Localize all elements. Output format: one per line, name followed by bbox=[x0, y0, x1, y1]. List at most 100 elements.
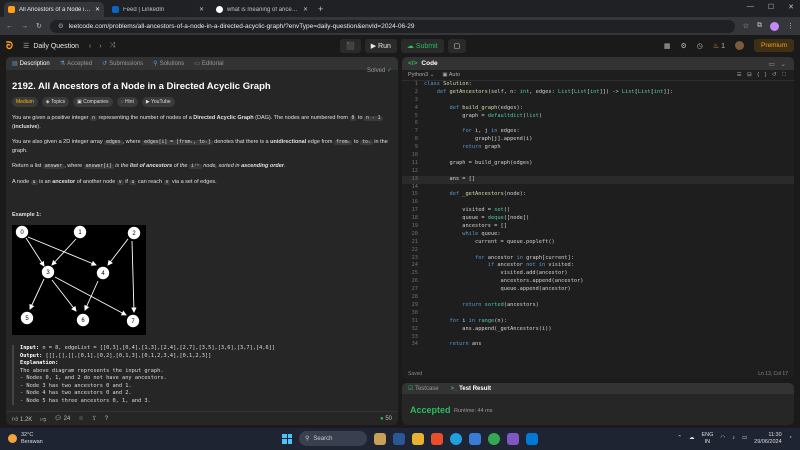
code-line[interactable]: 5 graph = defaultdict(list) bbox=[402, 113, 794, 121]
chrome-browser-icon[interactable] bbox=[488, 432, 500, 445]
tab-editorial[interactable]: ▭ Editorial bbox=[194, 60, 223, 67]
code-line[interactable]: 14 bbox=[402, 184, 794, 192]
close-icon[interactable]: ✕ bbox=[303, 6, 308, 13]
battery-icon[interactable]: ▭ bbox=[742, 435, 747, 442]
share-icon[interactable]: ⇪ bbox=[92, 415, 97, 422]
code-line[interactable]: 10 bbox=[402, 152, 794, 160]
code-line[interactable]: 12 bbox=[402, 168, 794, 176]
comments-button[interactable]: 💬︎ 24 bbox=[54, 415, 70, 422]
submit-button[interactable]: ☁ Submit bbox=[400, 39, 444, 53]
code-line[interactable]: 7 for i, j in edges: bbox=[402, 128, 794, 136]
code-line[interactable]: 8 graph[j].append(i) bbox=[402, 136, 794, 144]
code-line[interactable]: 31 for i in range(n): bbox=[402, 318, 794, 326]
code-line[interactable]: 32 ans.append(_getAncestors(i)) bbox=[402, 326, 794, 334]
cloud-icon[interactable]: ☁ bbox=[689, 435, 695, 442]
code-line[interactable]: 13 ans = [] bbox=[402, 175, 794, 184]
tab-test-result[interactable]: >_ Test Result bbox=[451, 386, 491, 392]
widgets-icon[interactable] bbox=[374, 432, 386, 445]
minimize-icon[interactable]: — bbox=[747, 3, 754, 11]
code-line[interactable]: 6 bbox=[402, 120, 794, 128]
window-close-icon[interactable]: ✕ bbox=[788, 3, 794, 11]
store-icon[interactable] bbox=[469, 432, 481, 445]
code-line[interactable]: 11 graph = build_graph(edges) bbox=[402, 160, 794, 168]
app-icon[interactable] bbox=[507, 432, 519, 445]
tab-solutions[interactable]: ⚲ Solutions bbox=[153, 60, 184, 67]
daily-question-link[interactable]: Daily Question bbox=[33, 43, 79, 50]
tab-testcase[interactable]: ☑ Testcase bbox=[408, 385, 439, 392]
code-line[interactable]: 17 visited = set() bbox=[402, 207, 794, 215]
code-line[interactable]: 27 queue.append(ancestor) bbox=[402, 286, 794, 294]
menu-icon[interactable]: ⋮ bbox=[787, 22, 794, 30]
code-line[interactable]: 33 bbox=[402, 334, 794, 342]
close-icon[interactable]: ✕ bbox=[199, 6, 204, 13]
premium-button[interactable]: Premium bbox=[753, 39, 794, 52]
back-icon[interactable]: ← bbox=[6, 23, 13, 30]
streak-badge[interactable]: ♨ 1 bbox=[713, 42, 725, 50]
new-tab-button[interactable]: + bbox=[318, 4, 323, 14]
problem-list-icon[interactable]: ☰ bbox=[23, 42, 29, 50]
code-line[interactable]: 25 visited.add(ancestor) bbox=[402, 270, 794, 278]
difficulty-badge[interactable]: Medium bbox=[12, 97, 38, 107]
weather-widget[interactable]: 32°C Berawan bbox=[8, 432, 43, 445]
code-line[interactable]: 16 bbox=[402, 199, 794, 207]
leetcode-logo-icon[interactable]: ᘐ bbox=[6, 41, 13, 52]
notification-icon[interactable]: ◔ bbox=[789, 435, 792, 442]
bookmark-star-icon[interactable]: ☆ bbox=[743, 22, 749, 30]
code-line[interactable]: 22 bbox=[402, 247, 794, 255]
editor-tools[interactable]: ☰ ⊟ { } ↺ ⛶ bbox=[737, 72, 788, 79]
youtube-tag[interactable]: ▶ YouTube bbox=[141, 97, 175, 107]
chevron-up-icon[interactable]: ⌃ bbox=[677, 435, 682, 442]
user-avatar[interactable] bbox=[734, 41, 744, 50]
windows-start-icon[interactable] bbox=[282, 433, 292, 444]
office-icon[interactable] bbox=[431, 432, 443, 445]
code-line[interactable]: 24 if ancestor not in visited: bbox=[402, 262, 794, 270]
reload-icon[interactable]: ↻ bbox=[36, 22, 42, 30]
shuffle-icon[interactable]: ⤨ bbox=[110, 42, 116, 50]
code-line[interactable]: 20 while queue: bbox=[402, 231, 794, 239]
extensions-icon[interactable]: ⧉ bbox=[757, 22, 762, 30]
settings-icon[interactable]: ⚙ bbox=[680, 42, 686, 50]
hint-tag[interactable]: ◌ Hint bbox=[116, 97, 138, 107]
debug-button[interactable]: ⬛ bbox=[340, 39, 361, 53]
prev-problem-icon[interactable]: ‹ bbox=[89, 43, 91, 50]
volume-icon[interactable]: ♪ bbox=[732, 435, 735, 442]
code-line[interactable]: 21 current = queue.popleft() bbox=[402, 239, 794, 247]
help-icon[interactable]: ? bbox=[105, 416, 108, 422]
notes-button[interactable]: ▢ bbox=[447, 39, 467, 53]
tab-submissions[interactable]: ↺ Submissions bbox=[102, 60, 143, 67]
browser-tab-linkedin[interactable]: Feed | LinkedIn ✕ bbox=[108, 2, 208, 17]
language-indicator[interactable]: ENG IN bbox=[701, 432, 713, 445]
next-problem-icon[interactable]: › bbox=[99, 43, 101, 50]
browser-tab-leetcode[interactable]: All Ancestors of a Node in a D ✕ bbox=[4, 2, 104, 17]
like-button[interactable]: 👍︎ 1.2K bbox=[12, 415, 32, 423]
favorite-icon[interactable]: ☆ bbox=[78, 415, 83, 422]
code-line[interactable]: 15 def _getAncestors(node): bbox=[402, 191, 794, 199]
file-explorer-icon[interactable] bbox=[412, 432, 424, 445]
browser-tab-google[interactable]: what is meaning of ancestors ✕ bbox=[212, 2, 312, 17]
run-button[interactable]: ▶ Run bbox=[364, 39, 397, 53]
forward-icon[interactable]: → bbox=[21, 23, 28, 30]
code-editor[interactable]: 1 class Solution: 2 def getAncestors(self,… bbox=[402, 81, 794, 365]
language-select[interactable]: Python3 ⌄ bbox=[408, 72, 434, 78]
close-icon[interactable]: ✕ bbox=[95, 6, 100, 13]
url-input[interactable]: ⚙ leetcode.com/problems/all-ancestors-of… bbox=[49, 19, 735, 33]
code-line[interactable]: 9 return graph bbox=[402, 144, 794, 152]
code-line[interactable]: 19 ancestors = [] bbox=[402, 223, 794, 231]
code-line[interactable]: 1 class Solution: bbox=[402, 81, 794, 89]
tab-accepted[interactable]: ⚗ Accepted bbox=[60, 60, 92, 67]
vscode-icon[interactable] bbox=[526, 432, 538, 445]
companies-tag[interactable]: ▣ Companies bbox=[73, 97, 113, 107]
layout-icon[interactable]: ▦ bbox=[664, 42, 671, 50]
code-line[interactable]: 2 def getAncestors(self, n: int, edges: … bbox=[402, 89, 794, 97]
edge-browser-icon[interactable] bbox=[450, 432, 462, 445]
code-line[interactable]: 30 bbox=[402, 310, 794, 318]
code-line[interactable]: 26 ancestors.append(ancestor) bbox=[402, 278, 794, 286]
task-view-icon[interactable] bbox=[393, 432, 405, 445]
maximize-icon[interactable]: ☐ bbox=[768, 3, 774, 11]
clock[interactable]: 11:30 29/06/2024 bbox=[754, 432, 782, 445]
tab-description[interactable]: ▤ Description bbox=[12, 60, 50, 67]
panel-window-controls[interactable]: ▭ ⌄ bbox=[769, 60, 788, 68]
topics-tag[interactable]: ◈ Topics bbox=[41, 97, 70, 107]
code-line[interactable]: 29 return sorted(ancestors) bbox=[402, 302, 794, 310]
site-info-icon[interactable]: ⚙ bbox=[58, 22, 64, 30]
